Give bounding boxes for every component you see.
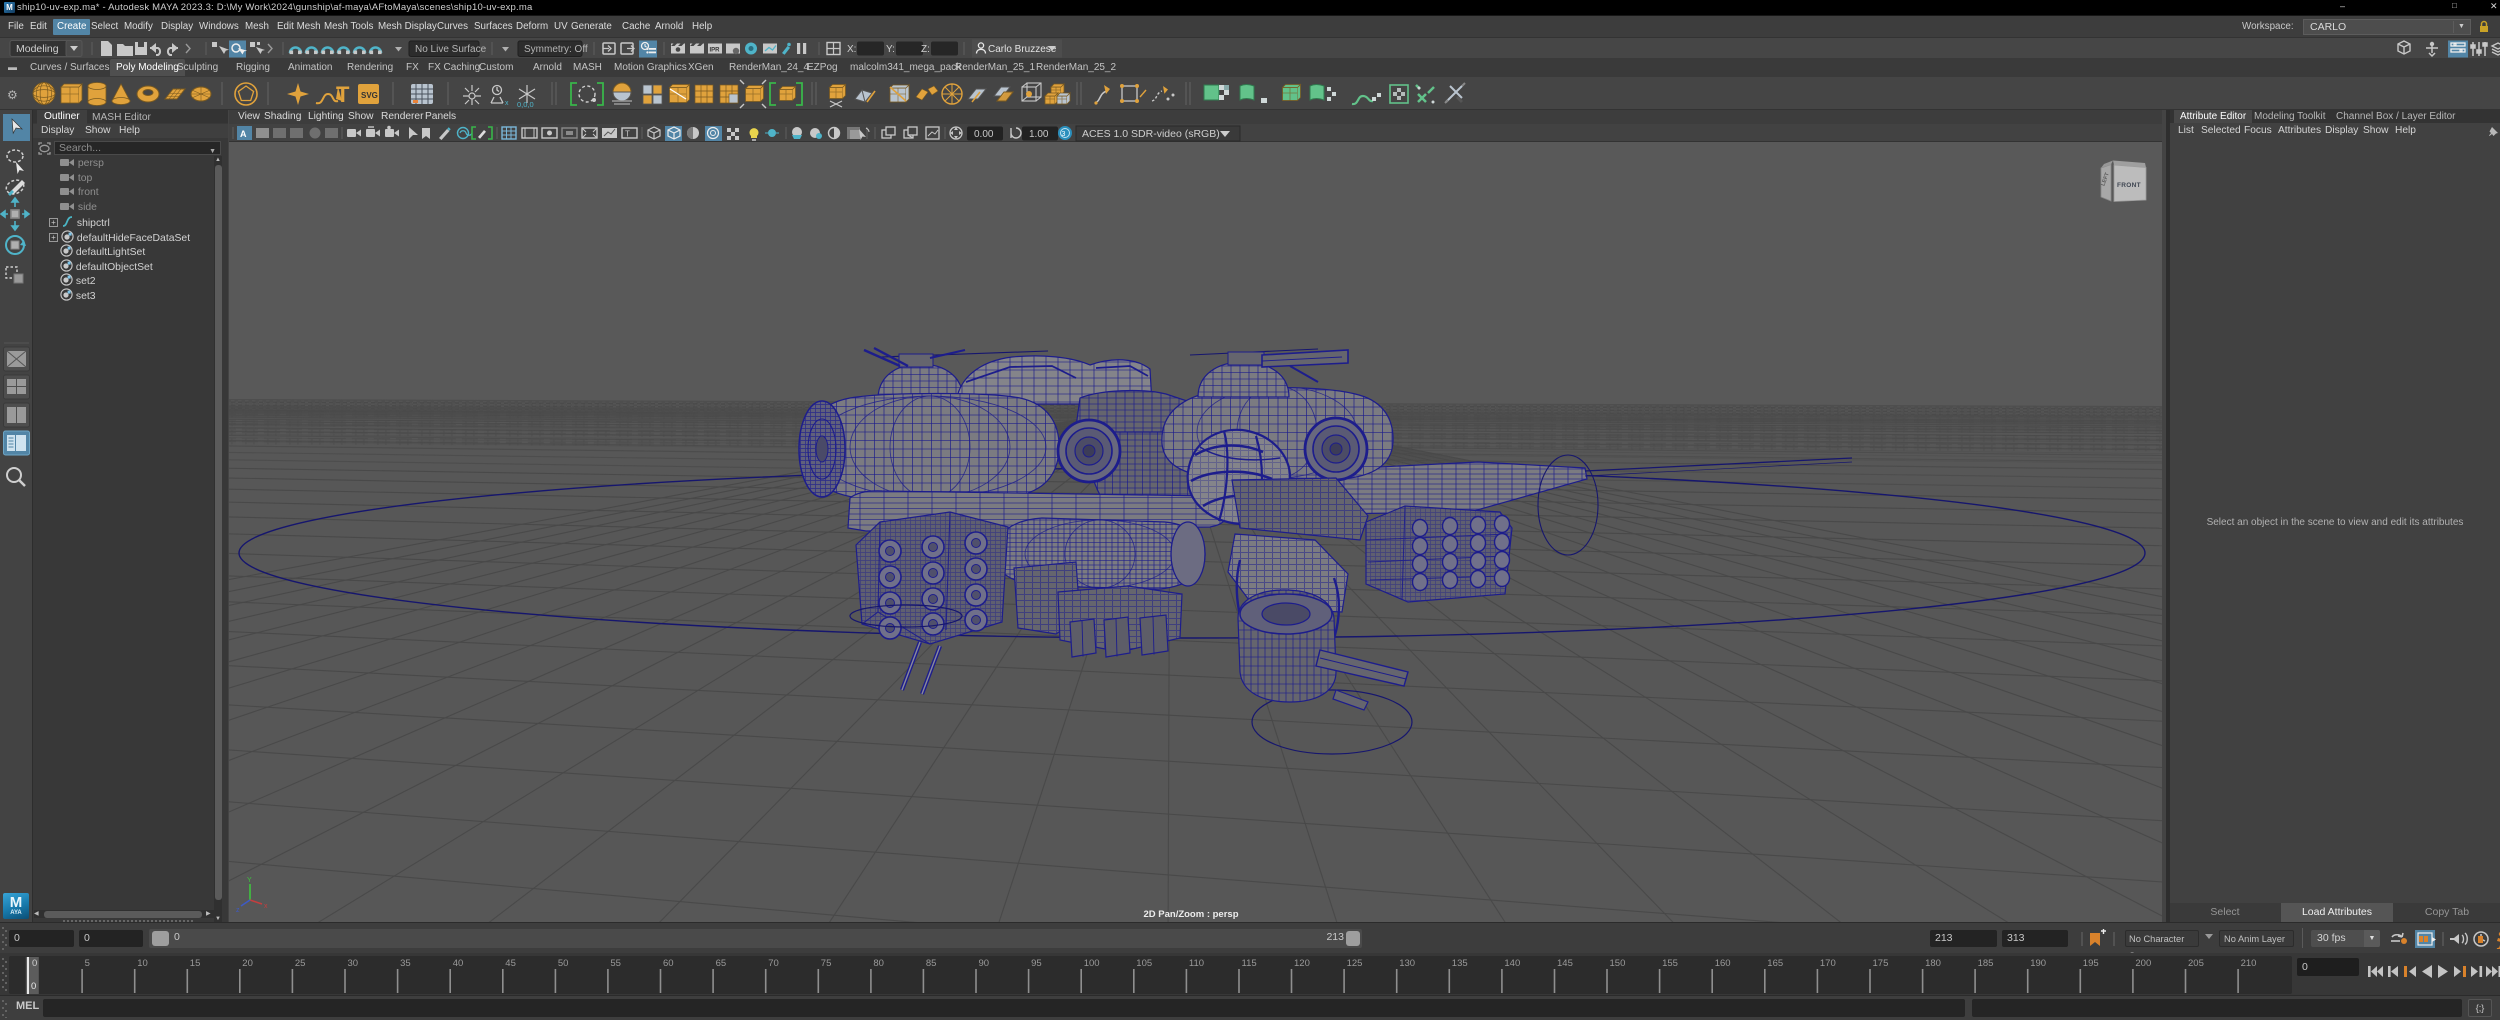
svg-text:Symmetry: Off: Symmetry: Off <box>524 44 588 55</box>
svg-text:40: 40 <box>453 958 464 969</box>
svg-text:150: 150 <box>1610 958 1626 969</box>
svg-text:60: 60 <box>663 958 674 969</box>
svg-text:0.00: 0.00 <box>974 129 994 140</box>
svg-text:155: 155 <box>1662 958 1678 969</box>
svg-text:200: 200 <box>2135 958 2151 969</box>
svg-text:SVG: SVG <box>361 91 378 100</box>
svg-text:T: T <box>625 130 630 139</box>
svg-text:3: 3 <box>1062 131 1066 138</box>
svg-text:0: 0 <box>31 981 36 992</box>
svg-text:15: 15 <box>190 958 201 969</box>
svg-text:190: 190 <box>2030 958 2046 969</box>
svg-text:125: 125 <box>1347 958 1363 969</box>
svg-text:2D Pan/Zoom : persp: 2D Pan/Zoom : persp <box>1143 909 1238 920</box>
svg-text:170: 170 <box>1820 958 1836 969</box>
svg-text:130: 130 <box>1399 958 1415 969</box>
svg-text:T: T <box>336 82 350 107</box>
svg-text:IPR: IPR <box>710 48 721 54</box>
svg-text:X:: X: <box>847 44 856 55</box>
svg-text:Y:: Y: <box>886 44 895 55</box>
svg-text:No Live Surface: No Live Surface <box>415 44 487 55</box>
svg-text:65: 65 <box>716 958 727 969</box>
svg-text:205: 205 <box>2188 958 2204 969</box>
svg-text:1.00: 1.00 <box>1029 129 1049 140</box>
svg-text:145: 145 <box>1557 958 1573 969</box>
svg-text:Z:: Z: <box>921 44 930 55</box>
svg-text:0,0,0: 0,0,0 <box>517 100 534 109</box>
svg-text:x: x <box>264 903 268 910</box>
svg-text:30: 30 <box>348 958 359 969</box>
svg-text:110: 110 <box>1189 958 1204 969</box>
svg-text:Modeling: Modeling <box>16 43 59 55</box>
svg-text:80: 80 <box>873 958 884 969</box>
svg-text:35: 35 <box>400 958 411 969</box>
svg-text:20: 20 <box>242 958 253 969</box>
svg-text:95: 95 <box>1031 958 1042 969</box>
svg-text:90: 90 <box>979 958 990 969</box>
svg-text:135: 135 <box>1452 958 1468 969</box>
svg-text:x: x <box>505 100 509 107</box>
svg-text:55: 55 <box>610 958 621 969</box>
svg-text:45: 45 <box>505 958 516 969</box>
svg-text:185: 185 <box>1978 958 1994 969</box>
svg-text:Y: Y <box>247 877 252 884</box>
svg-text:85: 85 <box>926 958 937 969</box>
svg-text:175: 175 <box>1873 958 1889 969</box>
svg-text:50: 50 <box>558 958 569 969</box>
svg-text:25: 25 <box>295 958 306 969</box>
svg-text:115: 115 <box>1242 958 1257 969</box>
svg-text:FRONT: FRONT <box>2117 182 2141 189</box>
svg-text:z: z <box>236 907 240 914</box>
svg-text:Carlo Bruzzese: Carlo Bruzzese <box>988 44 1057 55</box>
svg-text:180: 180 <box>1925 958 1941 969</box>
svg-text:ACES 1.0 SDR-video (sRGB): ACES 1.0 SDR-video (sRGB) <box>1082 128 1220 140</box>
svg-text:195: 195 <box>2083 958 2099 969</box>
svg-text:210: 210 <box>2241 958 2257 969</box>
svg-text:75: 75 <box>821 958 832 969</box>
svg-text:165: 165 <box>1767 958 1783 969</box>
svg-text:10: 10 <box>137 958 148 969</box>
svg-text:120: 120 <box>1294 958 1310 969</box>
svg-text:A: A <box>240 129 247 139</box>
svg-text:105: 105 <box>1136 958 1152 969</box>
svg-text:⚙: ⚙ <box>7 88 18 102</box>
svg-text:100: 100 <box>1084 958 1100 969</box>
svg-text:160: 160 <box>1715 958 1731 969</box>
svg-text:0: 0 <box>32 958 37 969</box>
svg-text:140: 140 <box>1504 958 1520 969</box>
svg-text:70: 70 <box>768 958 779 969</box>
svg-text:5: 5 <box>85 958 90 969</box>
